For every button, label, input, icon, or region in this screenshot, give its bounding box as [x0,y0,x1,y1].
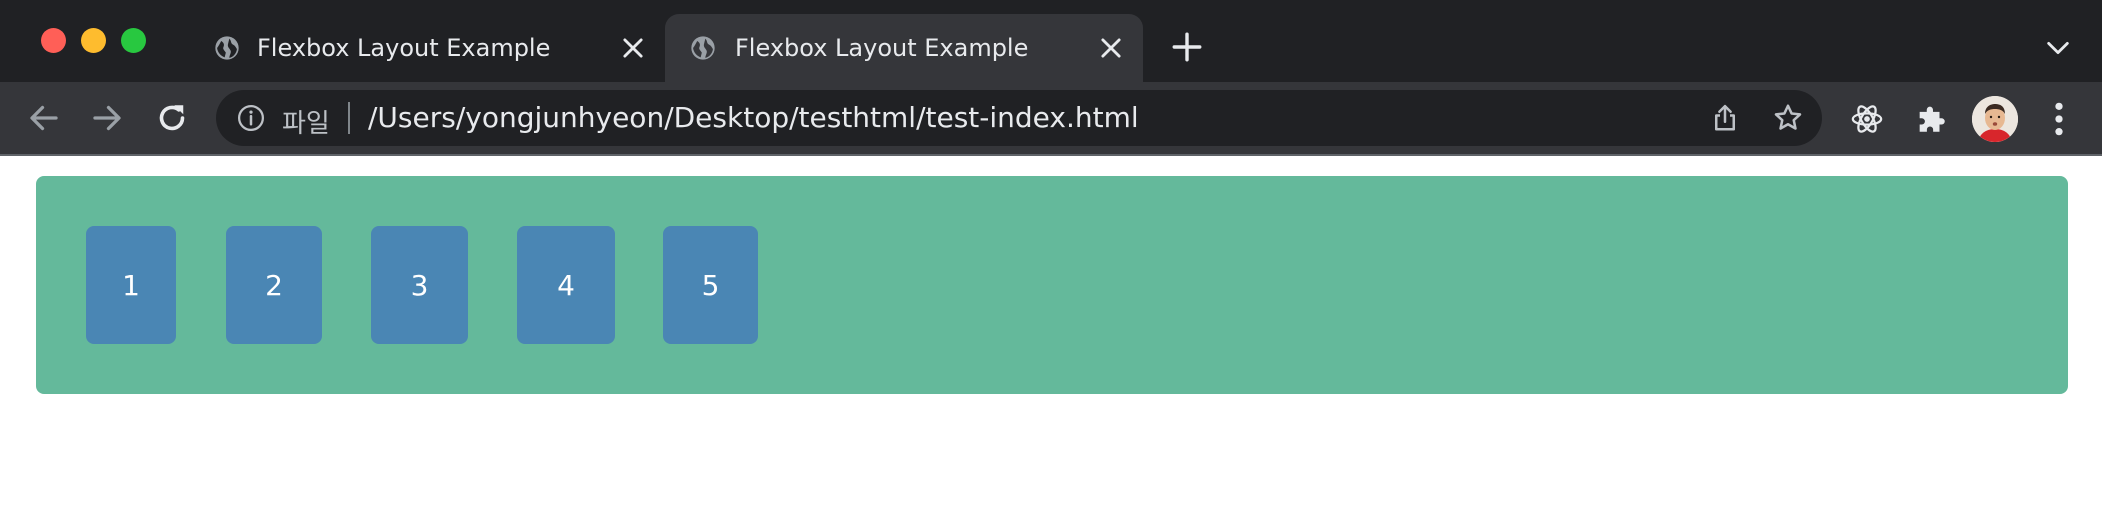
url-scheme-label: 파일 [282,109,330,139]
address-bar[interactable]: 파일 /Users/yongjunhyeon/Desktop/testhtml/… [216,90,1822,146]
browser-toolbar: 파일 /Users/yongjunhyeon/Desktop/testhtml/… [0,82,2102,154]
extensions-puzzle-icon[interactable] [1914,102,1948,136]
avatar-image [1972,96,2018,142]
back-arrow-icon[interactable] [26,100,62,136]
forward-arrow-icon[interactable] [89,100,125,136]
toolbar-separator [0,154,2102,156]
close-icon[interactable] [619,34,647,62]
new-tab-plus-icon[interactable] [1170,30,1204,64]
tab-flexbox-2[interactable]: Flexbox Layout Example [665,14,1143,82]
flex-container: 1 2 3 4 5 [36,176,2068,394]
window-close-button[interactable] [41,28,66,53]
info-icon[interactable] [236,103,266,133]
url-text[interactable]: /Users/yongjunhyeon/Desktop/testhtml/tes… [368,101,1139,134]
flex-item-5: 5 [663,226,758,344]
flex-item-4: 4 [517,226,615,344]
tab-title: Flexbox Layout Example [257,34,551,62]
flex-item-1: 1 [86,226,176,344]
profile-avatar[interactable] [1972,96,2018,142]
react-devtools-icon[interactable] [1850,102,1884,136]
reload-icon[interactable] [154,100,190,136]
tab-strip: Flexbox Layout Example Flexbox Layout Ex… [0,0,2102,82]
more-menu-icon[interactable] [2050,100,2068,138]
window-zoom-button[interactable] [121,28,146,53]
share-icon[interactable] [1710,103,1740,133]
close-icon[interactable] [1097,34,1125,62]
bookmark-star-icon[interactable] [1772,102,1804,134]
omnibox-divider [348,102,350,134]
chevron-down-icon[interactable] [2044,34,2072,62]
globe-icon [215,36,239,60]
window-minimize-button[interactable] [81,28,106,53]
tab-title: Flexbox Layout Example [735,34,1029,62]
flex-item-3: 3 [371,226,468,344]
flex-item-2: 2 [226,226,322,344]
globe-icon [691,36,715,60]
tab-flexbox-1[interactable]: Flexbox Layout Example [195,14,665,82]
